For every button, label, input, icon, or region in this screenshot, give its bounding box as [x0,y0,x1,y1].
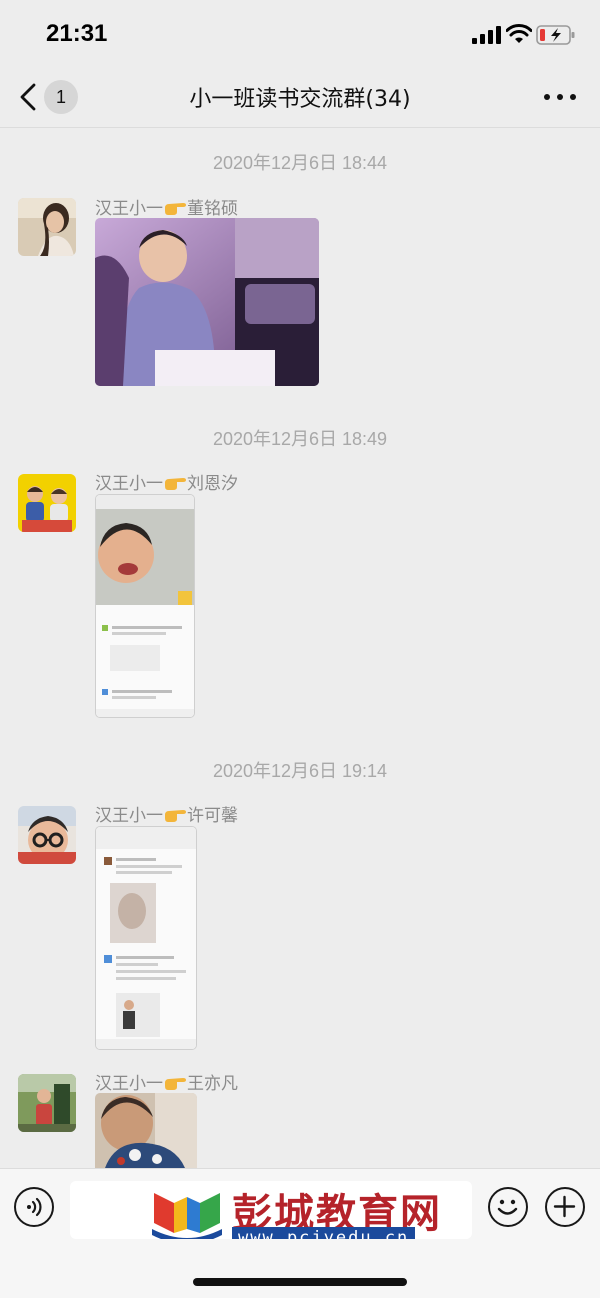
sender-name: 汉王小一 王亦凡 [95,1074,238,1094]
chat-title: 小一班读书交流群(34) [189,87,411,112]
emoji-icon [497,1199,518,1215]
avatar[interactable] [18,474,76,532]
avatar[interactable] [18,198,76,256]
image-message[interactable] [95,218,319,386]
more-actions-button[interactable] [545,1187,585,1227]
status-time: 21:31 [46,20,108,47]
avatar[interactable] [18,806,76,864]
watermark-url: www.pcjyedu.cn [232,1227,416,1239]
chat-header: 1 小一班读书交流群(34) [0,66,600,128]
unread-count-badge: 1 [44,80,78,114]
wifi-icon [506,24,532,43]
cellular-signal-icon [472,26,501,44]
message-input[interactable]: 彭城教育网 www.pcjyedu.cn [70,1181,472,1239]
message-timestamp: 2020年12月6日 19:14 [212,761,388,781]
message-timestamp: 2020年12月6日 18:44 [212,153,388,173]
avatar[interactable] [18,1074,76,1132]
voice-input-button[interactable] [14,1187,54,1227]
sender-name: 汉王小一 许可馨 [95,806,238,826]
voice-icon [27,1197,42,1217]
image-message[interactable] [95,826,197,1050]
pointing-hand-icon [165,203,186,215]
image-message[interactable] [95,1093,197,1168]
back-button[interactable]: 1 [18,78,88,116]
pointing-hand-icon [165,478,186,490]
plus-icon [553,1195,576,1218]
status-bar: 21:31 [0,0,600,66]
home-indicator[interactable] [193,1278,407,1286]
more-options-button[interactable] [544,88,576,106]
watermark-book-logo-icon [152,1193,222,1239]
pointing-hand-icon [165,810,186,822]
image-message[interactable] [95,494,195,718]
sender-name: 汉王小一 刘恩汐 [95,474,238,494]
battery-low-icon [536,25,575,45]
message-timestamp: 2020年12月6日 18:49 [212,429,388,449]
emoji-button[interactable] [488,1187,528,1227]
more-dots-icon [544,94,550,100]
pointing-hand-icon [165,1078,186,1090]
chevron-left-icon [20,83,36,111]
sender-name: 汉王小一 董铭硕 [95,199,238,219]
